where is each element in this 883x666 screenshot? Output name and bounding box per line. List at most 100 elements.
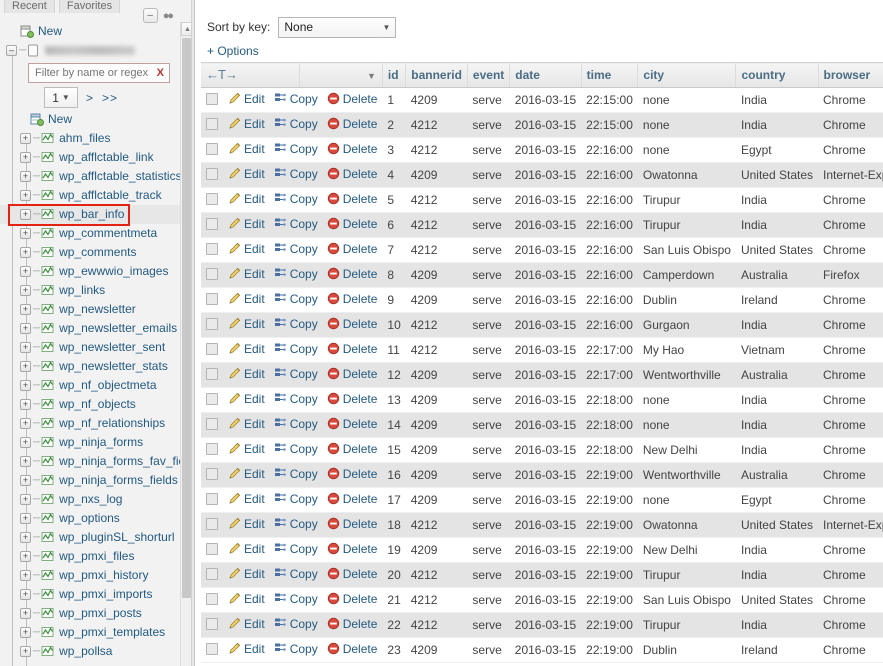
- edit-button[interactable]: Edit: [228, 317, 265, 331]
- row-checkbox[interactable]: [206, 543, 218, 555]
- copy-button[interactable]: Copy: [274, 292, 318, 306]
- expand-icon[interactable]: +: [20, 437, 31, 448]
- row-select-cell[interactable]: [201, 188, 223, 213]
- delete-button[interactable]: Delete: [327, 117, 378, 131]
- table-row[interactable]: EditCopyDelete214212serve2016-03-1522:19…: [201, 588, 883, 613]
- delete-button[interactable]: Delete: [327, 267, 378, 281]
- copy-button[interactable]: Copy: [274, 167, 318, 181]
- expand-icon[interactable]: +: [20, 456, 31, 467]
- copy-button[interactable]: Copy: [274, 117, 318, 131]
- row-checkbox[interactable]: [206, 393, 218, 405]
- expand-icon[interactable]: +: [20, 513, 31, 524]
- column-header-id[interactable]: id: [382, 63, 405, 88]
- row-checkbox[interactable]: [206, 193, 218, 205]
- row-select-cell[interactable]: [201, 288, 223, 313]
- edit-button[interactable]: Edit: [228, 242, 265, 256]
- row-select-cell[interactable]: [201, 413, 223, 438]
- edit-button[interactable]: Edit: [228, 567, 265, 581]
- tree-item-table[interactable]: +─wp_pmxi_posts: [0, 604, 181, 623]
- edit-button[interactable]: Edit: [228, 367, 265, 381]
- delete-button[interactable]: Delete: [327, 542, 378, 556]
- row-checkbox[interactable]: [206, 593, 218, 605]
- expand-icon[interactable]: +: [20, 247, 31, 258]
- tree-item-table[interactable]: +─wp_newsletter_sent: [0, 338, 181, 357]
- row-checkbox[interactable]: [206, 618, 218, 630]
- tree-item-table[interactable]: +─wp_pollsa: [0, 642, 181, 661]
- table-row[interactable]: EditCopyDelete84209serve2016-03-1522:16:…: [201, 263, 883, 288]
- copy-button[interactable]: Copy: [274, 92, 318, 106]
- row-checkbox[interactable]: [206, 293, 218, 305]
- table-row[interactable]: EditCopyDelete234209serve2016-03-1522:19…: [201, 638, 883, 663]
- copy-button[interactable]: Copy: [274, 192, 318, 206]
- edit-button[interactable]: Edit: [228, 192, 265, 206]
- expand-icon[interactable]: +: [20, 133, 31, 144]
- delete-button[interactable]: Delete: [327, 492, 378, 506]
- expand-icon[interactable]: +: [20, 190, 31, 201]
- row-checkbox[interactable]: [206, 218, 218, 230]
- delete-button[interactable]: Delete: [327, 317, 378, 331]
- expand-icon[interactable]: +: [20, 152, 31, 163]
- table-row[interactable]: EditCopyDelete114212serve2016-03-1522:17…: [201, 338, 883, 363]
- row-checkbox[interactable]: [206, 143, 218, 155]
- row-checkbox[interactable]: [206, 268, 218, 280]
- row-select-cell[interactable]: [201, 213, 223, 238]
- table-row[interactable]: EditCopyDelete134209serve2016-03-1522:18…: [201, 388, 883, 413]
- table-row[interactable]: EditCopyDelete74212serve2016-03-1522:16:…: [201, 238, 883, 263]
- table-row[interactable]: EditCopyDelete194209serve2016-03-1522:19…: [201, 538, 883, 563]
- row-checkbox[interactable]: [206, 443, 218, 455]
- tree-item-table[interactable]: +─wp_options: [0, 509, 181, 528]
- delete-button[interactable]: Delete: [327, 342, 378, 356]
- table-row[interactable]: EditCopyDelete54212serve2016-03-1522:16:…: [201, 188, 883, 213]
- expand-icon[interactable]: +: [20, 323, 31, 334]
- row-select-cell[interactable]: [201, 263, 223, 288]
- tree-item-table[interactable]: +─wp_newsletter_emails: [0, 319, 181, 338]
- row-checkbox[interactable]: [206, 93, 218, 105]
- table-row[interactable]: EditCopyDelete164209serve2016-03-1522:19…: [201, 463, 883, 488]
- tree-item-table[interactable]: +─wp_commentmeta: [0, 224, 181, 243]
- row-select-cell[interactable]: [201, 638, 223, 663]
- row-checkbox[interactable]: [206, 568, 218, 580]
- table-row[interactable]: EditCopyDelete204212serve2016-03-1522:19…: [201, 563, 883, 588]
- table-row[interactable]: EditCopyDelete224212serve2016-03-1522:19…: [201, 613, 883, 638]
- tree-item-table[interactable]: +─wp_ninja_forms_fields: [0, 471, 181, 490]
- column-header-time[interactable]: time: [581, 63, 638, 88]
- copy-button[interactable]: Copy: [274, 542, 318, 556]
- header-sort-caret[interactable]: ▼: [300, 63, 383, 88]
- tree-item-table[interactable]: +─wp_afflctable_link: [0, 148, 181, 167]
- tree-item-table[interactable]: +─wp_pluginSL_shorturl: [0, 528, 181, 547]
- copy-button[interactable]: Copy: [274, 317, 318, 331]
- expand-icon[interactable]: +: [20, 209, 31, 220]
- edit-button[interactable]: Edit: [228, 167, 265, 181]
- search-input[interactable]: [33, 66, 153, 80]
- row-select-cell[interactable]: [201, 363, 223, 388]
- tree-item-database[interactable]: – ─: [0, 41, 181, 60]
- expand-icon[interactable]: +: [20, 627, 31, 638]
- tree-item-table[interactable]: +─wp_nf_objects: [0, 395, 181, 414]
- expand-icon[interactable]: +: [20, 418, 31, 429]
- copy-button[interactable]: Copy: [274, 492, 318, 506]
- copy-button[interactable]: Copy: [274, 642, 318, 656]
- tree-item-table[interactable]: +─wp_nf_relationships: [0, 414, 181, 433]
- edit-button[interactable]: Edit: [228, 217, 265, 231]
- tree-item-table[interactable]: +─ahm_files: [0, 129, 181, 148]
- delete-button[interactable]: Delete: [327, 567, 378, 581]
- table-row[interactable]: EditCopyDelete184212serve2016-03-1522:19…: [201, 513, 883, 538]
- row-checkbox[interactable]: [206, 493, 218, 505]
- tree-item-table[interactable]: +─wp_comments: [0, 243, 181, 262]
- row-checkbox[interactable]: [206, 243, 218, 255]
- edit-button[interactable]: Edit: [228, 142, 265, 156]
- sidebar-resize-handle[interactable]: [191, 0, 194, 666]
- tree-item-table[interactable]: +─wp_pmxi_imports: [0, 585, 181, 604]
- expand-icon[interactable]: +: [20, 342, 31, 353]
- column-header-country[interactable]: country: [736, 63, 818, 88]
- edit-button[interactable]: Edit: [228, 492, 265, 506]
- tree-item-table[interactable]: +─wp_bar_info: [0, 205, 181, 224]
- copy-button[interactable]: Copy: [274, 242, 318, 256]
- row-checkbox[interactable]: [206, 368, 218, 380]
- delete-button[interactable]: Delete: [327, 142, 378, 156]
- tree-item-table[interactable]: +─wp_nxs_log: [0, 490, 181, 509]
- expand-icon[interactable]: +: [20, 646, 31, 657]
- column-header-bannerid[interactable]: bannerid: [406, 63, 468, 88]
- copy-button[interactable]: Copy: [274, 217, 318, 231]
- expand-icon[interactable]: +: [20, 570, 31, 581]
